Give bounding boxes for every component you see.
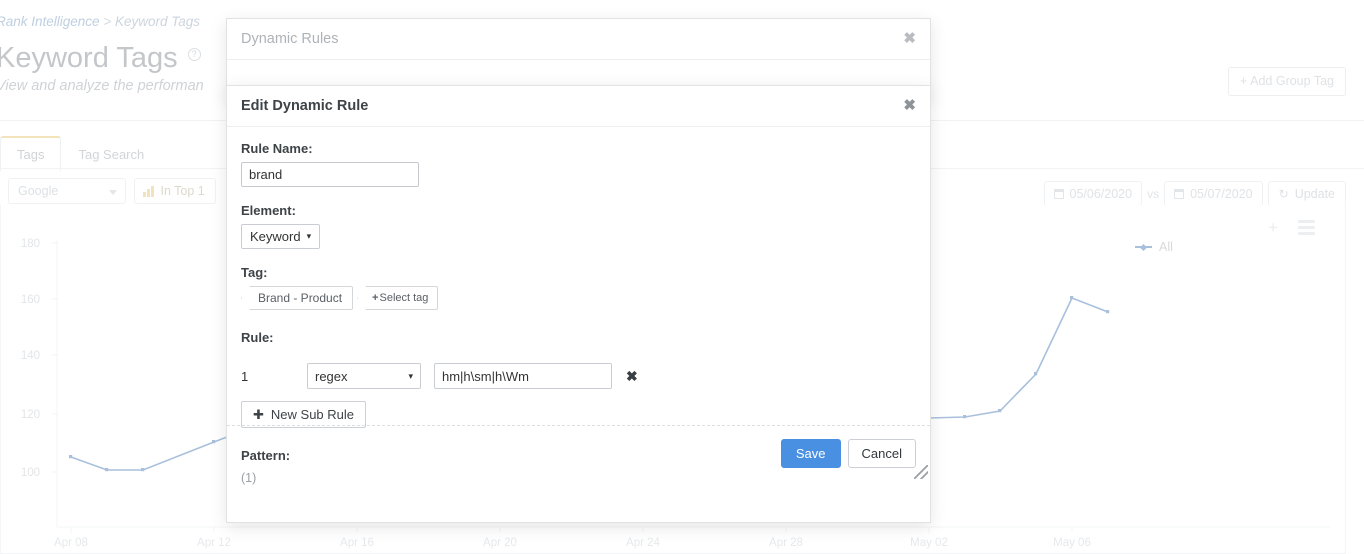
y-tick-140: 140 — [21, 350, 40, 362]
x-tick-may-02: May 02 — [910, 537, 948, 549]
resize-handle[interactable] — [914, 465, 928, 479]
edit-dynamic-rule-title: Edit Dynamic Rule — [241, 98, 369, 114]
delete-rule-icon[interactable]: ✖ — [626, 368, 638, 385]
element-select-value: Keyword — [250, 229, 301, 244]
dynamic-rules-modal-title: Dynamic Rules — [241, 31, 339, 47]
tag-chip-row: Brand - Product + Select tag — [241, 286, 916, 310]
x-tick-apr-28: Apr 28 — [769, 537, 803, 549]
edit-dynamic-rule-footer: Save Cancel — [227, 425, 930, 481]
element-label: Element: — [241, 203, 296, 218]
y-tick-100: 100 — [21, 467, 40, 479]
rule-name-input[interactable] — [241, 162, 419, 187]
rule-operator-value: regex — [315, 368, 348, 384]
close-icon[interactable]: ✖ — [903, 98, 916, 113]
rule-index: 1 — [241, 368, 249, 384]
edit-dynamic-rule-modal: Edit Dynamic Rule ✖ Rule Name: Element: … — [226, 85, 931, 523]
plus-icon: + — [372, 292, 379, 304]
tag-chip-brand-product[interactable]: Brand - Product — [241, 286, 354, 310]
edit-dynamic-rule-header: Edit Dynamic Rule ✖ — [227, 86, 930, 127]
x-tick-apr-16: Apr 16 — [340, 537, 374, 549]
plus-icon: ✚ — [253, 406, 264, 422]
dynamic-rules-modal-header: Dynamic Rules ✖ — [227, 19, 930, 60]
rule-operator-select[interactable]: regex ▾ — [307, 363, 421, 389]
tag-chip-label: Brand - Product — [258, 291, 343, 305]
x-tick-apr-24: Apr 24 — [626, 537, 660, 549]
cancel-button[interactable]: Cancel — [847, 439, 916, 468]
x-tick-apr-20: Apr 20 — [483, 537, 517, 549]
select-tag-button[interactable]: + Select tag — [357, 286, 439, 310]
x-tick-may-06: May 06 — [1053, 537, 1091, 549]
save-button[interactable]: Save — [780, 439, 841, 468]
y-tick-180: 180 — [21, 238, 40, 250]
tag-label: Tag: — [241, 265, 268, 280]
select-tag-label: Select tag — [379, 292, 429, 304]
close-icon[interactable]: ✖ — [903, 31, 916, 46]
new-sub-rule-button[interactable]: ✚ New Sub Rule — [241, 401, 367, 428]
rule-row: 1 regex ▾ ✖ — [241, 363, 916, 389]
y-tick-120: 120 — [21, 409, 40, 421]
new-sub-rule-label: New Sub Rule — [270, 407, 355, 422]
x-tick-apr-08: Apr 08 — [54, 537, 88, 549]
x-tick-apr-12: Apr 12 — [197, 537, 231, 549]
rule-section-label: Rule: — [241, 330, 274, 345]
chevron-down-icon: ▾ — [408, 370, 413, 381]
edit-dynamic-rule-body: Rule Name: Element: Keyword ▾ Tag: Brand… — [227, 127, 930, 485]
rule-value-input[interactable] — [434, 363, 612, 389]
chevron-down-icon: ▾ — [306, 231, 312, 241]
rule-name-label: Rule Name: — [241, 141, 313, 156]
y-tick-160: 160 — [21, 294, 40, 306]
element-select[interactable]: Keyword ▾ — [241, 224, 321, 249]
